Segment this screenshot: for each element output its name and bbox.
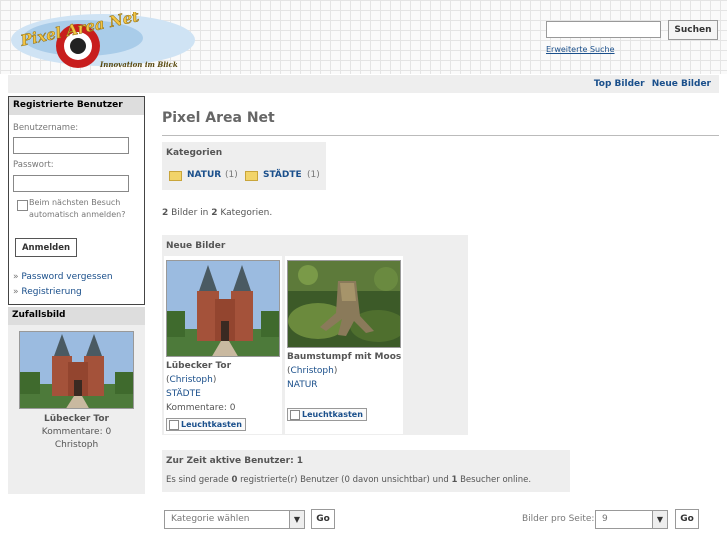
image-cell-1: Lübecker Tor (Christoph) STÄDTE Kommenta… <box>164 256 282 434</box>
dropdown-arrow-icon[interactable]: ▼ <box>652 511 667 528</box>
image-author-line: (Christoph) <box>166 373 235 387</box>
tree-stump-photo <box>288 261 400 347</box>
search-button[interactable]: Suchen <box>668 20 718 40</box>
category-select-value: Kategorie wählen <box>171 514 250 524</box>
username-label: Benutzername: <box>13 123 79 133</box>
image-comments: Kommentare: 0 <box>166 403 236 413</box>
active-users-box: Zur Zeit aktive Benutzer: 1 Es sind gera… <box>162 450 570 492</box>
lightbox-checkbox[interactable] <box>290 410 300 420</box>
category-count: (1) <box>307 170 320 180</box>
image-caption: Baumstumpf mit Moos (Christoph) NATUR <box>287 350 401 392</box>
random-image[interactable] <box>19 331 134 409</box>
login-button[interactable]: Anmelden <box>15 238 77 257</box>
image-thumbnail[interactable] <box>166 260 280 357</box>
image-category-link[interactable]: STÄDTE <box>166 389 201 399</box>
users-text-3: Besucher online. <box>460 475 532 485</box>
image-category-link[interactable]: NATUR <box>287 380 318 390</box>
svg-text:Innovation im Blick: Innovation im Blick <box>99 60 178 69</box>
holstentor-photo <box>20 332 133 408</box>
sidebar: Registrierte Benutzer Benutzername: Pass… <box>8 96 145 494</box>
category-select[interactable]: Kategorie wählen ▼ <box>164 510 305 529</box>
image-title[interactable]: Lübecker Tor <box>166 359 235 373</box>
advanced-search-link[interactable]: Erweiterte Suche <box>546 45 615 54</box>
per-page-select[interactable]: 9 ▼ <box>595 510 668 529</box>
random-caption: Lübecker Tor Kommentare: 0 Christoph <box>8 413 145 452</box>
password-label: Passwort: <box>13 160 54 170</box>
header: Pixel Area Net Innovation im Blick Suche… <box>0 0 727 74</box>
stats-text-1: Bilder in <box>171 208 209 218</box>
author-link[interactable]: Christoph <box>170 375 213 385</box>
image-author-line: (Christoph) <box>287 364 401 378</box>
new-images-link[interactable]: Neue Bilder <box>652 79 711 89</box>
page-title: Pixel Area Net <box>162 110 275 126</box>
users-text-1: Es sind gerade <box>166 475 229 485</box>
lightbox-label: Leuchtkasten <box>181 420 242 429</box>
random-image-box: Zufallsbild Lübecker Tor Kommentare: 0 C… <box>8 307 145 494</box>
title-divider <box>162 135 719 136</box>
category-go-button[interactable]: Go <box>311 509 335 529</box>
random-image-name[interactable]: Lübecker Tor <box>8 413 145 426</box>
site-logo[interactable]: Pixel Area Net Innovation im Blick <box>8 7 198 72</box>
logo-graphic: Pixel Area Net Innovation im Blick <box>11 7 195 69</box>
per-page-value: 9 <box>602 514 608 524</box>
holstentor-photo <box>167 261 279 356</box>
nav-links: Top Bilder Neue Bilder <box>590 79 711 89</box>
folder-icon <box>245 171 258 181</box>
per-page-go-button[interactable]: Go <box>675 509 699 529</box>
stats-text-2: Kategorien. <box>220 208 273 218</box>
category-count: (1) <box>225 170 238 180</box>
search-input[interactable] <box>546 21 661 38</box>
categories-box: Kategorien NATUR (1) STÄDTE (1) <box>162 142 326 190</box>
image-cell-2: Baumstumpf mit Moos (Christoph) NATUR Le… <box>285 256 403 434</box>
paren-close: ) <box>333 366 338 376</box>
users-text-2: registrierte(r) Benutzer (0 davon unsich… <box>240 475 449 485</box>
lightbox-label: Leuchtkasten <box>302 410 363 419</box>
image-title[interactable]: Baumstumpf mit Moos <box>287 350 401 364</box>
category-link-natur[interactable]: NATUR <box>187 170 221 180</box>
login-box: Registrierte Benutzer Benutzername: Pass… <box>8 96 145 305</box>
main-content: Pixel Area Net <box>162 110 719 126</box>
bullet: » <box>13 272 19 282</box>
image-thumbnail[interactable] <box>287 260 401 348</box>
forgot-password-link[interactable]: Password vergessen <box>21 272 112 282</box>
per-page-label: Bilder pro Seite: <box>522 514 595 524</box>
login-box-title: Registrierte Benutzer <box>9 97 144 115</box>
folder-icon <box>169 171 182 181</box>
guest-count: 1 <box>451 475 458 485</box>
new-images-title: Neue Bilder <box>166 241 226 251</box>
category-total: 2 <box>211 208 218 218</box>
image-caption: Lübecker Tor (Christoph) STÄDTE Kommenta… <box>166 359 235 415</box>
register-line: » Registrierung <box>13 287 82 297</box>
remember-line-1: Beim nächsten Besuch <box>29 198 121 207</box>
password-field[interactable] <box>13 175 129 192</box>
active-users-text: Es sind gerade 0 registrierte(r) Benutze… <box>166 475 531 485</box>
forgot-password-line: » Password vergessen <box>13 272 113 282</box>
nav-bar: Top Bilder Neue Bilder <box>8 75 719 93</box>
random-author: Christoph <box>54 440 99 450</box>
dropdown-arrow-icon[interactable]: ▼ <box>289 511 304 528</box>
category-link-staedte[interactable]: STÄDTE <box>263 170 302 180</box>
remember-label: Beim nächsten Besuch automatisch anmelde… <box>29 197 125 221</box>
top-images-link[interactable]: Top Bilder <box>594 79 645 89</box>
username-field[interactable] <box>13 137 129 154</box>
lightbox-button[interactable]: Leuchtkasten <box>287 408 367 421</box>
lightbox-checkbox[interactable] <box>169 420 179 430</box>
categories-title: Kategorien <box>166 148 223 158</box>
random-box-title: Zufallsbild <box>8 307 145 325</box>
active-users-title: Zur Zeit aktive Benutzer: 1 <box>166 456 304 466</box>
random-comments: Kommentare: 0 <box>41 427 112 437</box>
registered-count: 0 <box>231 475 238 485</box>
new-images-box: Neue Bilder Lübecker Tor (Christoph) STÄ… <box>162 235 468 435</box>
paren-close: ) <box>212 375 217 385</box>
image-count: 2 <box>162 208 169 218</box>
bullet: » <box>13 287 19 297</box>
gallery-stats: 2 Bilder in 2 Kategorien. <box>162 208 272 218</box>
lightbox-button[interactable]: Leuchtkasten <box>166 418 246 431</box>
remember-checkbox[interactable] <box>17 200 28 211</box>
author-link[interactable]: Christoph <box>291 366 334 376</box>
register-link[interactable]: Registrierung <box>21 287 81 297</box>
remember-line-2: automatisch anmelden? <box>29 210 126 219</box>
